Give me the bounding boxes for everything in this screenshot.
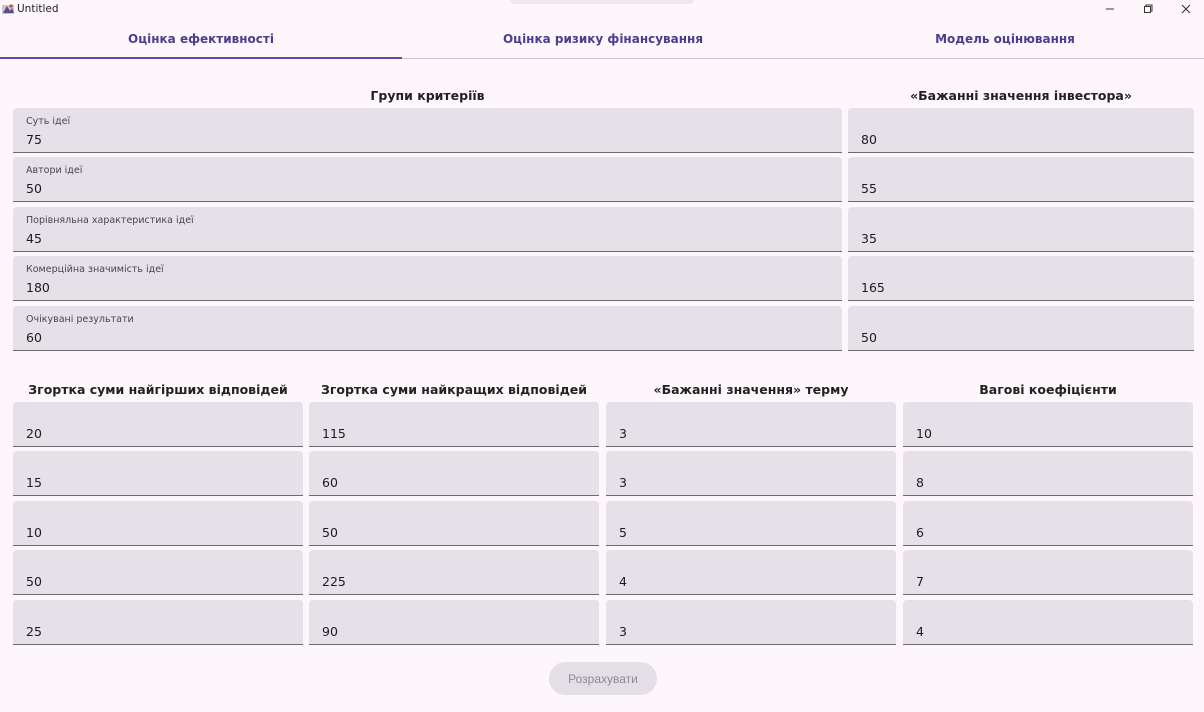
field-label: Комерційна значимість ідеї (26, 264, 164, 275)
criteria-field-idea-authors[interactable]: Автори ідеї 50 (13, 157, 842, 202)
field-value: 35 (861, 231, 877, 246)
field-value: 80 (861, 132, 877, 147)
field-value: 75 (26, 132, 42, 147)
field-value: 3 (619, 426, 627, 441)
field-value: 4 (619, 574, 627, 589)
investor-values-header: «Бажанні значення інвестора» (910, 88, 1132, 103)
criteria-field-commercial[interactable]: Комерційна значимість ідеї 180 (13, 256, 842, 301)
field-value: 15 (26, 475, 42, 490)
field-label: Порівняльна характеристика ідеї (26, 215, 194, 226)
worst-answers-field[interactable]: 15 (13, 451, 303, 496)
investor-field-commercial[interactable]: 165 (848, 256, 1194, 301)
term-values-field[interactable]: 4 (606, 550, 896, 595)
field-value: 90 (322, 624, 338, 639)
field-value: 60 (26, 330, 42, 345)
window-notch (510, 0, 694, 4)
best-answers-field[interactable]: 225 (309, 550, 599, 595)
investor-field-idea-essence[interactable]: 80 (848, 108, 1194, 153)
tab-efficiency[interactable]: Оцінка ефективності (0, 19, 402, 59)
field-value: 4 (916, 624, 924, 639)
minimize-button[interactable] (1095, 1, 1125, 17)
field-value: 45 (26, 231, 42, 246)
weights-header: Вагові коефіцієнти (979, 382, 1117, 397)
worst-answers-field[interactable]: 20 (13, 402, 303, 447)
close-icon (1181, 4, 1191, 14)
term-values-field[interactable]: 3 (606, 402, 896, 447)
close-button[interactable] (1171, 1, 1201, 17)
tab-funding-risk[interactable]: Оцінка ризику фінансування (402, 19, 804, 58)
worst-answers-header: Згортка суми найгірших відповідей (28, 382, 288, 397)
term-values-field[interactable]: 3 (606, 451, 896, 496)
tab-bar: Оцінка ефективності Оцінка ризику фінанс… (0, 19, 1204, 59)
field-value: 165 (861, 280, 885, 295)
term-values-field[interactable]: 5 (606, 501, 896, 546)
field-value: 180 (26, 280, 50, 295)
criteria-groups-header: Групи критеріїв (370, 88, 485, 103)
field-value: 25 (26, 624, 42, 639)
field-value: 20 (26, 426, 42, 441)
weights-field[interactable]: 7 (903, 550, 1193, 595)
best-answers-header: Згортка суми найкращих відповідей (320, 382, 588, 397)
field-label: Очікувані результати (26, 314, 134, 325)
field-value: 50 (861, 330, 877, 345)
investor-field-expected-results[interactable]: 50 (848, 306, 1194, 351)
criteria-field-idea-essence[interactable]: Суть ідеї 75 (13, 108, 842, 153)
weights-field[interactable]: 8 (903, 451, 1193, 496)
restore-icon (1144, 4, 1153, 13)
field-label: Суть ідеї (26, 116, 71, 127)
tab-evaluation-model[interactable]: Модель оцінювання (804, 19, 1204, 58)
window-title: Untitled (17, 3, 59, 15)
term-values-field[interactable]: 3 (606, 600, 896, 645)
calculate-button[interactable]: Розрахувати (549, 662, 657, 695)
field-value: 50 (26, 574, 42, 589)
field-value: 3 (619, 624, 627, 639)
field-value: 10 (26, 525, 42, 540)
field-value: 3 (619, 475, 627, 490)
field-value: 5 (619, 525, 627, 540)
worst-answers-field[interactable]: 50 (13, 550, 303, 595)
field-value: 60 (322, 475, 338, 490)
field-value: 50 (26, 181, 42, 196)
field-value: 55 (861, 181, 877, 196)
best-answers-field[interactable]: 50 (309, 501, 599, 546)
criteria-field-expected-results[interactable]: Очікувані результати 60 (13, 306, 842, 351)
field-value: 6 (916, 525, 924, 540)
worst-answers-field[interactable]: 10 (13, 501, 303, 546)
weights-field[interactable]: 4 (903, 600, 1193, 645)
best-answers-field[interactable]: 90 (309, 600, 599, 645)
worst-answers-field[interactable]: 25 (13, 600, 303, 645)
weights-field[interactable]: 6 (903, 501, 1193, 546)
best-answers-field[interactable]: 115 (309, 402, 599, 447)
investor-field-idea-authors[interactable]: 55 (848, 157, 1194, 202)
app-icon (2, 4, 14, 14)
best-answers-field[interactable]: 60 (309, 451, 599, 496)
weights-field[interactable]: 10 (903, 402, 1193, 447)
field-value: 8 (916, 475, 924, 490)
field-value: 225 (322, 574, 346, 589)
restore-button[interactable] (1133, 1, 1163, 17)
field-value: 115 (322, 426, 346, 441)
investor-field-comparative[interactable]: 35 (848, 207, 1194, 252)
field-value: 50 (322, 525, 338, 540)
minimize-icon (1106, 8, 1114, 10)
field-label: Автори ідеї (26, 165, 83, 176)
field-value: 7 (916, 574, 924, 589)
criteria-field-comparative[interactable]: Порівняльна характеристика ідеї 45 (13, 207, 842, 252)
field-value: 10 (916, 426, 932, 441)
term-values-header: «Бажанні значення» терму (653, 382, 849, 397)
